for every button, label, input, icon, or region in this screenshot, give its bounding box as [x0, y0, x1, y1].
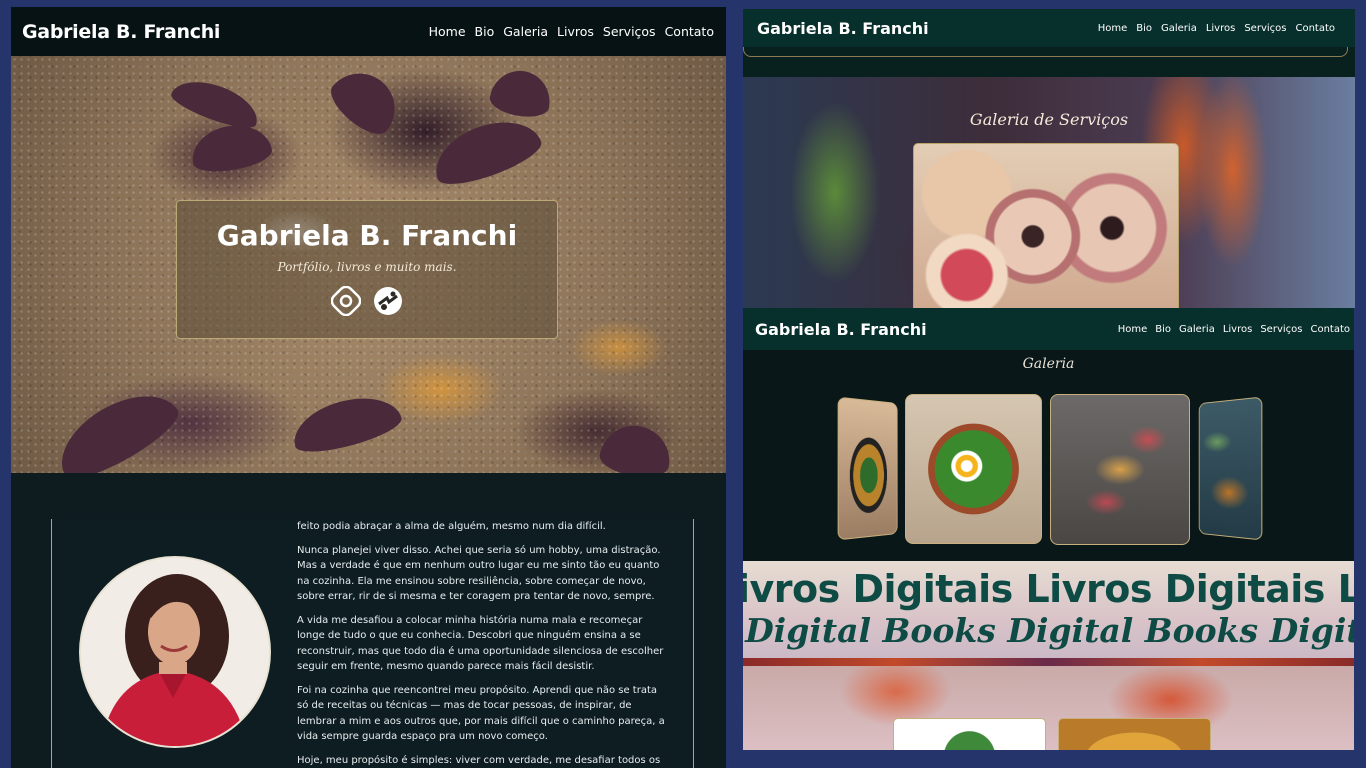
nav-contato[interactable]: Contato	[1310, 324, 1350, 335]
bio-paragraph: Hoje, meu propósito é simples: viver com…	[297, 754, 661, 766]
services-title: Galeria de Serviços	[969, 110, 1129, 129]
nav-livros[interactable]: Livros	[557, 24, 594, 39]
nav-home[interactable]: Home	[1098, 23, 1128, 34]
nav-galeria[interactable]: Galeria	[1179, 324, 1215, 335]
hero-section: Gabriela B. Franchi Portfólio, livros e …	[11, 56, 726, 473]
nav-links: Home Bio Galeria Livros Serviços Contato	[429, 24, 714, 39]
nav-links: Home Bio Galeria Livros Serviços Contato	[1098, 23, 1335, 34]
book-cover[interactable]	[1058, 718, 1211, 750]
bio-section: feito podia abraçar a alma de alguém, me…	[51, 519, 694, 768]
bio-paragraph: A vida me desafiou a colocar minha histó…	[297, 614, 664, 673]
nav-home[interactable]: Home	[1118, 324, 1148, 335]
gallery-card-paella[interactable]	[837, 396, 898, 541]
marquee-line-livros: ivros Digitais Livros Digitais Livros Di…	[743, 567, 1354, 611]
top-navbar: Gabriela B. Franchi Home Bio Galeria Liv…	[743, 9, 1355, 47]
bio-text: feito podia abraçar a alma de alguém, me…	[297, 519, 667, 768]
nav-contato[interactable]: Contato	[1295, 23, 1335, 34]
social-links	[177, 286, 557, 316]
gallery-card-bruschetta[interactable]	[1050, 394, 1190, 545]
nav-galeria[interactable]: Galeria	[503, 24, 548, 39]
decorative-strip	[743, 658, 1354, 666]
gallery-card-salad-egg[interactable]	[905, 394, 1042, 544]
brand-logo[interactable]: Gabriela B. Franchi	[755, 320, 927, 339]
section-frame	[743, 47, 1348, 57]
bio-paragraph: feito podia abraçar a alma de alguém, me…	[297, 521, 606, 532]
books-background-image	[743, 666, 1354, 750]
nav-bio[interactable]: Bio	[1155, 324, 1171, 335]
globe-icon[interactable]	[373, 286, 403, 316]
services-page-screenshot: Gabriela B. Franchi Home Bio Galeria Liv…	[743, 9, 1355, 308]
bio-paragraph: Foi na cozinha que reencontrei meu propó…	[297, 684, 665, 743]
nav-home[interactable]: Home	[429, 24, 466, 39]
bio-paragraph: Nunca planejei viver disso. Achei que se…	[297, 544, 661, 603]
top-navbar: Gabriela B. Franchi Home Bio Galeria Liv…	[743, 308, 1354, 350]
nav-servicos[interactable]: Serviços	[1244, 23, 1286, 34]
book-cover[interactable]	[893, 718, 1046, 750]
brand-logo[interactable]: Gabriela B. Franchi	[757, 19, 929, 38]
nav-livros[interactable]: Livros	[1206, 23, 1236, 34]
instagram-icon[interactable]	[331, 286, 361, 316]
hero-subtitle: Portfólio, livros e muito mais.	[277, 260, 457, 274]
main-page-screenshot: Gabriela B. Franchi Home Bio Galeria Liv…	[11, 7, 726, 768]
top-navbar: Gabriela B. Franchi Home Bio Galeria Liv…	[11, 7, 726, 56]
nav-livros[interactable]: Livros	[1223, 324, 1253, 335]
nav-bio[interactable]: Bio	[475, 24, 495, 39]
nav-servicos[interactable]: Serviços	[1260, 324, 1302, 335]
nav-bio[interactable]: Bio	[1136, 23, 1152, 34]
gallery-page-screenshot: Gabriela B. Franchi Home Bio Galeria Liv…	[743, 308, 1354, 750]
hero-title: Gabriela B. Franchi	[216, 219, 518, 252]
services-photo[interactable]	[913, 143, 1179, 308]
nav-contato[interactable]: Contato	[665, 24, 714, 39]
nav-galeria[interactable]: Galeria	[1161, 23, 1197, 34]
nav-servicos[interactable]: Serviços	[603, 24, 656, 39]
marquee-line-books: s Digital Books Digital Books Digital B	[743, 611, 1354, 650]
hero-card: Gabriela B. Franchi Portfólio, livros e …	[176, 200, 558, 339]
bio-avatar	[79, 556, 271, 748]
gallery-card-roast[interactable]	[1198, 396, 1263, 541]
brand-logo[interactable]: Gabriela B. Franchi	[22, 21, 220, 43]
books-marquee: ivros Digitais Livros Digitais Livros Di…	[743, 561, 1354, 668]
gallery-title: Galeria	[1022, 356, 1075, 372]
nav-links: Home Bio Galeria Livros Serviços Contato	[1118, 324, 1350, 335]
